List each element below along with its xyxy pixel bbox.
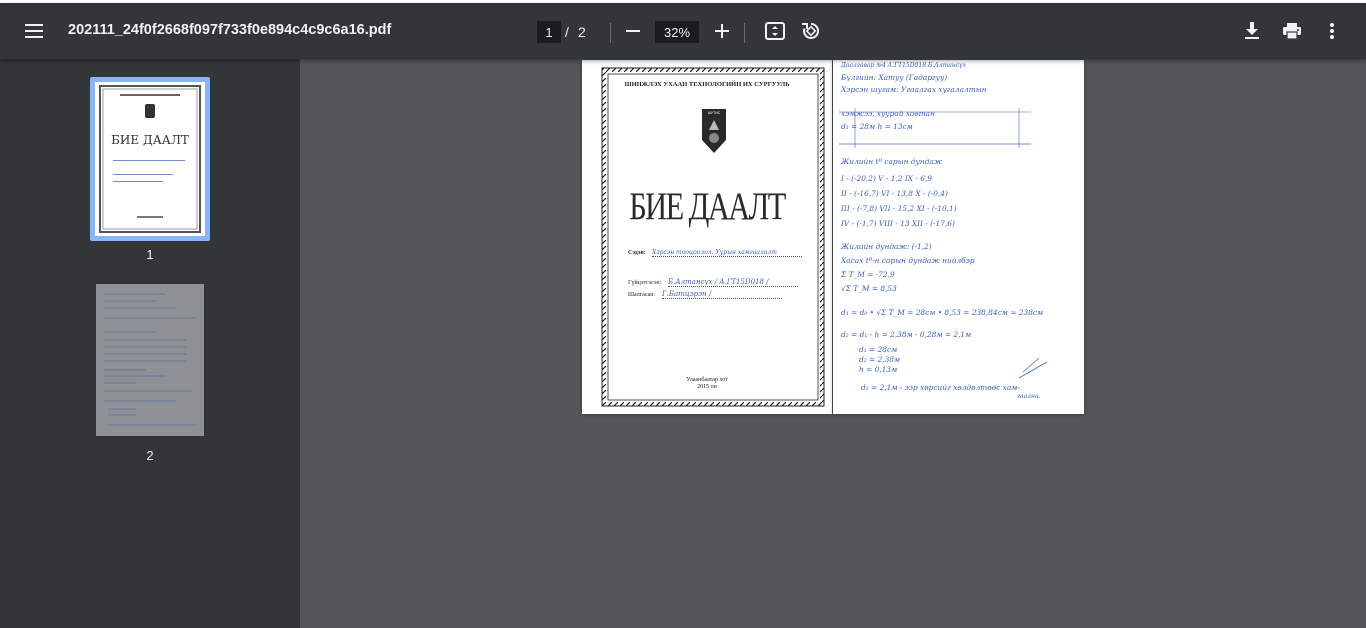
zoom-input[interactable]	[655, 21, 699, 43]
thumbnail-sidebar: БИЕ ДААЛТ 1 2	[0, 59, 300, 628]
note-line: II - (-16,7) VI - 13,8 X - (-0,4)	[841, 189, 948, 198]
subject-label: Сэдэв:	[628, 250, 646, 256]
university-name: ШИНЖЛЭХ УХААН ТЕХНОЛОГИЙН ИХ СУРГУУЛЬ	[624, 81, 790, 88]
note-line: Жилийн дундаж: (-1,2)	[841, 242, 932, 251]
thumbnail-label-2: 2	[146, 448, 154, 463]
note-line: h = 0,13м	[859, 365, 898, 374]
note-line: Даалгавар №4 А.ГТ15D018 Б.Алтансүх	[841, 62, 966, 69]
note-line: Бүлгийн: Хатуу (Гадаргуу)	[841, 73, 948, 82]
cover-year: 2015 он	[697, 384, 717, 390]
menu-button[interactable]	[18, 15, 50, 47]
thumbnail-label-1: 1	[146, 247, 154, 262]
print-button[interactable]	[1276, 15, 1308, 47]
fit-to-page-button[interactable]	[759, 15, 791, 47]
pdf-page-1: ШИНЖЛЭХ УХААН ТЕХНОЛОГИЙН ИХ СУРГУУЛЬ ШУ…	[582, 60, 832, 414]
note-line: Хасах tº-н сарын дундаж нийлбэр	[841, 256, 975, 265]
page-separator: /	[565, 24, 569, 40]
note-line: Σ T_M = -72,9	[841, 270, 895, 279]
cover-heading: БИЕ ДААЛТ	[629, 185, 786, 228]
note-line: III - (-7,8) VII - 15,2 XI - (-10,1)	[841, 204, 957, 213]
toolbar-divider	[744, 23, 745, 43]
page-number-input[interactable]	[537, 21, 561, 43]
page-thumbnail-1[interactable]: БИЕ ДААЛТ	[90, 77, 210, 241]
page-thumbnail-2[interactable]	[96, 284, 204, 436]
teacher-value: Г.Батцэрэн /	[662, 290, 782, 299]
note-line: гаална.	[1017, 393, 1041, 400]
student-label: Гүйцэтгэсэн:	[628, 280, 662, 286]
total-pages: 2	[578, 24, 586, 40]
fit-page-icon	[765, 22, 785, 40]
note-line: d₂ = 2,38м	[859, 355, 901, 364]
document-title: 202111_24f0f2668f097f733f0e894c4c9c6a16.…	[68, 22, 392, 38]
document-viewer[interactable]: ШИНЖЛЭХ УХААН ТЕХНОЛОГИЙН ИХ СУРГУУЛЬ ШУ…	[300, 59, 1366, 628]
note-line: √Σ T_M = 8,53	[841, 284, 897, 293]
rotate-counterclockwise-icon	[802, 22, 820, 39]
hamburger-menu-icon	[25, 24, 43, 38]
svg-text:БИЕ ДААЛТ: БИЕ ДААЛТ	[111, 133, 189, 147]
toolbar-divider	[610, 23, 611, 43]
download-button[interactable]	[1236, 15, 1268, 47]
zoom-in-button[interactable]	[706, 15, 738, 47]
cover-city: Улаанбаатар хот	[686, 377, 728, 383]
printer-icon	[1283, 23, 1301, 39]
university-emblem: ШУТИС	[701, 108, 727, 154]
pdf-toolbar: 202111_24f0f2668f097f733f0e894c4c9c6a16.…	[0, 3, 1366, 59]
more-vertical-icon	[1330, 23, 1334, 39]
note-line: I - (-20,2) V - 1,2 IX - 6,9	[841, 174, 932, 183]
thumbnail-cover-preview: БИЕ ДААЛТ	[99, 85, 201, 233]
thumbnail-page-image	[96, 284, 204, 436]
note-line: d₁ = d₀ • √Σ T_M = 28см • 8,53 = 238,84с…	[841, 308, 1044, 317]
note-line: Хэрсэн шугам: Угаалгах хугалалтын	[841, 85, 987, 94]
emblem-text: ШУТИС	[707, 111, 721, 115]
note-line: d₁ = 28м h = 13см	[841, 122, 913, 131]
more-actions-button[interactable]	[1316, 15, 1348, 47]
zoom-out-button[interactable]	[617, 15, 649, 47]
subject-value: Хэрсэн тооцоолол. Уурын хамгаалалт	[652, 249, 802, 257]
note-line: d₂ = 2,1м - ээр хөрсийг хөлдөлтөөс хам-	[861, 383, 1020, 392]
teacher-label: Шалгасан:	[628, 292, 656, 298]
pdf-page-2: Даалгавар №4 А.ГТ15D018 Б.Алтансүх Бүлгий…	[833, 60, 1084, 414]
note-line: d₁ = 28см	[859, 345, 898, 354]
thumbnail-page-image: БИЕ ДААЛТ	[95, 82, 205, 236]
note-line: Жилийн tº сарын дундаж	[841, 157, 943, 166]
note-line: IV - (-1,7) VIII - 13 XII - (-17,6)	[841, 219, 955, 228]
rotate-button[interactable]	[795, 15, 827, 47]
student-value: Б.Алтансүх / А.ГТ15D018 /	[668, 278, 798, 287]
download-icon	[1245, 22, 1259, 39]
plus-icon	[715, 24, 729, 38]
note-line: d₂ = d₁ - h = 2,38м - 0,28м = 2,1м	[841, 330, 972, 339]
thumbnail-notes-preview	[104, 293, 196, 426]
minus-icon	[626, 30, 640, 32]
note-line: хэмжээ, хуурай хавтан	[841, 109, 935, 118]
